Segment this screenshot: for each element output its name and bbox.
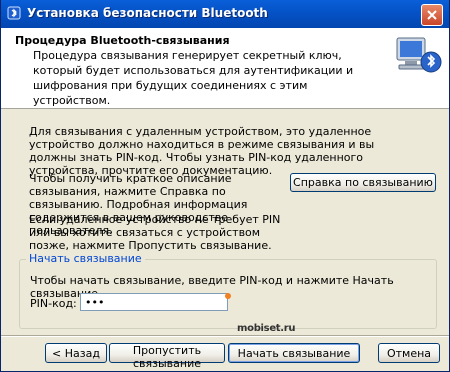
header-title: Процедура Bluetooth-связывания (15, 34, 230, 47)
pin-input[interactable] (80, 293, 228, 311)
bluetooth-computer-icon (396, 37, 442, 73)
group-label: Начать связывание (26, 252, 145, 265)
start-pairing-button[interactable]: Начать связывание (228, 343, 360, 363)
close-icon (427, 10, 437, 20)
wizard-header: Процедура Bluetooth-связывания Процедура… (1, 28, 449, 109)
header-description: Процедура связывания генерирует секретны… (33, 49, 354, 107)
pairing-instructions: Для связывания с удаленным устройством, … (29, 125, 375, 177)
close-button[interactable] (421, 4, 443, 26)
title-bar[interactable]: Установка безопасности Bluetooth (1, 0, 449, 28)
bluetooth-security-window: Установка безопасности Bluetooth Процеду… (0, 0, 450, 372)
wizard-footer: < Назад Пропустить связывание Начать свя… (1, 337, 449, 371)
bluetooth-app-icon (7, 6, 21, 20)
skip-pairing-button[interactable]: Пропустить связывание (109, 343, 225, 370)
back-button[interactable]: < Назад (45, 343, 107, 363)
cancel-button[interactable]: Отмена (378, 343, 440, 363)
pairing-help-button[interactable]: Справка по связыванию (290, 173, 436, 192)
pin-label: PIN-код: (30, 297, 77, 310)
watermark-text: mobiset.ru (237, 323, 296, 334)
window-title: Установка безопасности Bluetooth (27, 6, 268, 20)
watermark-logo-icon (225, 293, 231, 299)
skip-instructions: Если удаленное устройство не требует PIN… (29, 213, 281, 252)
wizard-body: Для связывания с удаленным устройством, … (1, 109, 449, 334)
